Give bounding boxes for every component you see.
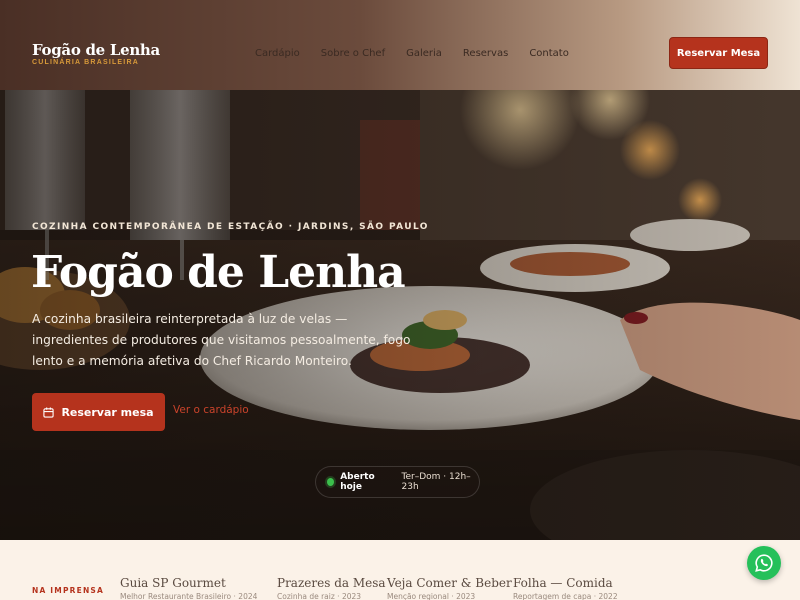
whatsapp-button[interactable] xyxy=(747,546,781,580)
status-hours: Ter–Dom · 12h–23h xyxy=(401,472,471,492)
press-item: Prazeres da Mesa Cozinha de raiz · 2023 xyxy=(277,576,386,600)
press-section: NA IMPRENSA Guia SP Gourmet Melhor Resta… xyxy=(0,540,800,600)
hero-section: COZINHA CONTEMPORÂNEA DE ESTAÇÃO · JARDI… xyxy=(0,90,800,540)
brand-name: Fogão de Lenha xyxy=(32,41,160,59)
press-item: Veja Comer & Beber Menção regional · 202… xyxy=(387,576,512,600)
main-nav: Cardápio Sobre o Chef Galeria Reservas C… xyxy=(255,48,569,59)
whatsapp-icon xyxy=(755,554,773,572)
press-meta: Cozinha de raiz · 2023 xyxy=(277,592,362,600)
opening-status-badge: Aberto hoje Ter–Dom · 12h–23h xyxy=(315,466,480,498)
press-name: Folha — Comida xyxy=(513,576,613,590)
hero-title: Fogão de Lenha xyxy=(31,247,406,298)
nav-link-reservas[interactable]: Reservas xyxy=(463,48,508,59)
press-meta: Menção regional · 2023 xyxy=(387,592,476,600)
status-open-label: Aberto hoje xyxy=(340,472,375,492)
hero-description: A cozinha brasileira reinterpretada à lu… xyxy=(32,312,411,368)
reserve-table-hero-button[interactable]: Reservar mesa xyxy=(32,393,165,431)
press-item: Guia SP Gourmet Melhor Restaurante Brasi… xyxy=(120,576,257,600)
nav-link-galeria[interactable]: Galeria xyxy=(406,48,442,59)
press-meta: Melhor Restaurante Brasileiro · 2024 xyxy=(120,592,258,600)
view-menu-link[interactable]: Ver o cardápio xyxy=(173,404,249,416)
press-meta: Reportagem de capa · 2022 xyxy=(513,592,618,600)
press-name: Veja Comer & Beber xyxy=(387,576,512,590)
press-item: Folha — Comida Reportagem de capa · 2022 xyxy=(513,576,618,600)
hero-eyebrow: COZINHA CONTEMPORÂNEA DE ESTAÇÃO · JARDI… xyxy=(32,222,429,232)
reserve-table-hero-label: Reservar mesa xyxy=(61,405,154,419)
calendar-icon xyxy=(43,406,55,418)
nav-link-cardapio[interactable]: Cardápio xyxy=(255,48,300,59)
nav-link-contato[interactable]: Contato xyxy=(529,48,569,59)
brand-logo[interactable]: Fogão de Lenha CULINÁRIA BRASILEIRA xyxy=(32,41,160,67)
press-name: Guia SP Gourmet xyxy=(120,576,226,590)
status-dot-icon xyxy=(327,478,335,486)
site-header: Fogão de Lenha CULINÁRIA BRASILEIRA Card… xyxy=(0,0,800,90)
press-label: NA IMPRENSA xyxy=(32,586,105,595)
press-name: Prazeres da Mesa xyxy=(277,576,386,590)
page: Fogão de Lenha CULINÁRIA BRASILEIRA Card… xyxy=(0,0,800,600)
brand-tagline: CULINÁRIA BRASILEIRA xyxy=(32,59,139,66)
reserve-table-header-button[interactable]: Reservar Mesa xyxy=(669,37,768,69)
nav-link-sobre-o-chef[interactable]: Sobre o Chef xyxy=(321,48,385,59)
